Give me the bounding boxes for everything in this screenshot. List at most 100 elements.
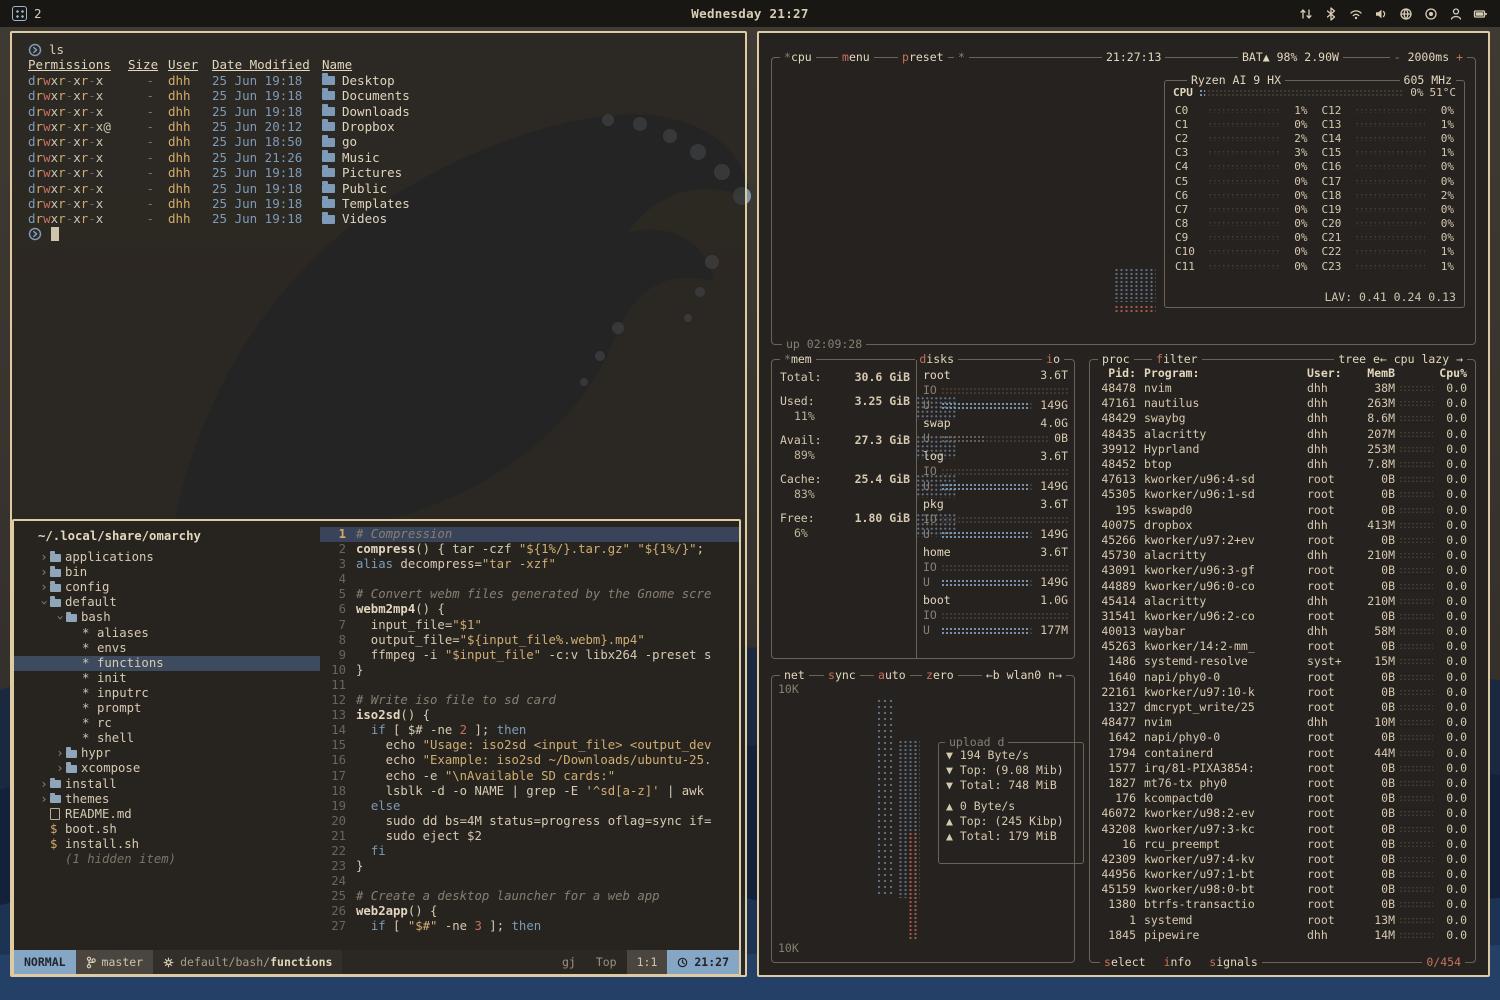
process-row[interactable]: 46072 kworker/u98:2-ev root 0B 0.0 (1090, 806, 1475, 821)
process-row[interactable]: 1642 napi/phy0-0 root 0B 0.0 (1090, 730, 1475, 745)
info-action[interactable]: info (1164, 955, 1192, 970)
tree-item[interactable]: default (14, 595, 320, 610)
process-row[interactable]: 31541 kworker/u96:2-co root 0B 0.0 (1090, 609, 1475, 624)
process-row[interactable]: 1327 dmcrypt_write/25 root 0B 0.0 (1090, 700, 1475, 715)
tree-item[interactable]: aliases (14, 626, 320, 641)
wifi-icon[interactable] (1348, 6, 1363, 21)
process-row[interactable]: 45730 alacritty dhh 210M 0.0 (1090, 548, 1475, 563)
tree-item[interactable]: config (14, 580, 320, 595)
process-row[interactable]: 48477 nvim dhh 10M 0.0 (1090, 715, 1475, 730)
neovim-window[interactable]: ~/.local/share/omarchy applications bin … (12, 519, 741, 976)
process-header[interactable]: Pid: Program: User: MemB Cpu% (1090, 366, 1475, 381)
process-row[interactable]: 1 systemd root 13M 0.0 (1090, 913, 1475, 928)
tree-item[interactable]: init (14, 671, 320, 686)
process-row[interactable]: 1640 napi/phy0-0 root 0B 0.0 (1090, 670, 1475, 685)
net-interface[interactable]: ←b wlan0 n→ (982, 668, 1066, 683)
process-row[interactable]: 1577 irq/81-PIXA3854: root 0B 0.0 (1090, 761, 1475, 776)
tree-item[interactable]: applications (14, 550, 320, 565)
cpu-mini-graph (1399, 856, 1433, 863)
tree-item[interactable]: (1 hidden item) (14, 852, 320, 867)
net-tab[interactable]: net (780, 668, 809, 683)
branch-icon (86, 956, 96, 969)
process-row[interactable]: 1845 pipewire dhh 14M 0.0 (1090, 928, 1475, 943)
mem-tab[interactable]: *mem (780, 352, 816, 367)
process-row[interactable]: 1827 mt76-tx phy0 root 0B 0.0 (1090, 776, 1475, 791)
workspace-number[interactable]: 2 (34, 6, 42, 21)
tree-item[interactable]: bin (14, 565, 320, 580)
volume-icon[interactable] (1373, 6, 1388, 21)
process-row[interactable]: 48478 nvim dhh 38M 0.0 (1090, 381, 1475, 396)
memory-stat: Avail:27.3 GiB 89% (780, 433, 910, 463)
tree-item[interactable]: functions (14, 656, 320, 671)
select-action[interactable]: select (1104, 955, 1146, 970)
tree-item[interactable]: xcompose (14, 761, 320, 776)
menu-button[interactable]: menu (838, 50, 874, 65)
proc-options[interactable]: tree e← cpu lazy → (1334, 352, 1467, 367)
tree-item[interactable]: prompt (14, 701, 320, 716)
tree-item[interactable]: inputrc (14, 686, 320, 701)
tree-item[interactable]: hypr (14, 746, 320, 761)
btop-window[interactable]: *cpu menu preset * 21:27:13 BAT▲ 98% 2.9… (757, 31, 1490, 977)
permissions: drwxr-xr-x (28, 181, 128, 196)
net-zero-tab[interactable]: zero (922, 668, 958, 683)
network-icon[interactable] (1398, 6, 1413, 21)
signals-action[interactable]: signals (1209, 955, 1257, 970)
process-row[interactable]: 48429 swaybg dhh 8.6M 0.0 (1090, 411, 1475, 426)
process-row[interactable]: 47161 nautilus dhh 263M 0.0 (1090, 396, 1475, 411)
interval-control[interactable]: - 2000ms + (1390, 50, 1467, 65)
tree-item[interactable]: envs (14, 641, 320, 656)
process-row[interactable]: 40013 waybar dhh 58M 0.0 (1090, 624, 1475, 639)
account-icon[interactable] (1448, 6, 1463, 21)
process-row[interactable]: 39912 Hyprland dhh 253M 0.0 (1090, 442, 1475, 457)
process-row[interactable]: 42309 kworker/u97:4-kv root 0B 0.0 (1090, 852, 1475, 867)
code-text: webm2mp4() { (356, 602, 445, 617)
process-row[interactable]: 1794 containerd root 44M 0.0 (1090, 746, 1475, 761)
process-row[interactable]: 22161 kworker/u97:10-k root 0B 0.0 (1090, 685, 1475, 700)
tree-item[interactable]: shell (14, 731, 320, 746)
line-number: 5 (320, 587, 356, 602)
git-branch[interactable]: master (76, 950, 154, 974)
tree-item[interactable]: rc (14, 716, 320, 731)
file-path[interactable]: default/bash/functions (153, 950, 342, 974)
process-row[interactable]: 176 kcompactd0 root 0B 0.0 (1090, 791, 1475, 806)
net-scale-bottom: 10K (778, 941, 799, 956)
battery-icon[interactable] (1473, 6, 1488, 21)
process-row[interactable]: 47613 kworker/u96:4-sd root 0B 0.0 (1090, 472, 1475, 487)
process-row[interactable]: 43091 kworker/u96:3-gf root 0B 0.0 (1090, 563, 1475, 578)
preset-button[interactable]: preset (898, 50, 948, 65)
bluetooth-icon[interactable] (1323, 6, 1338, 21)
workspace-icon[interactable] (12, 6, 27, 21)
process-row[interactable]: 48452 btop dhh 7.8M 0.0 (1090, 457, 1475, 472)
net-sync-tab[interactable]: sync (824, 668, 860, 683)
process-row[interactable]: 44889 kworker/u96:0-co root 0B 0.0 (1090, 578, 1475, 593)
file-type-icon (50, 837, 65, 852)
clock[interactable]: Wednesday 21:27 (232, 6, 1268, 21)
process-row[interactable]: 16 rcu_preempt root 0B 0.0 (1090, 837, 1475, 852)
tree-item[interactable]: themes (14, 792, 320, 807)
process-row[interactable]: 45263 kworker/14:2-mm_ root 0B 0.0 (1090, 639, 1475, 654)
process-row[interactable]: 1380 btrfs-transactio root 0B 0.0 (1090, 897, 1475, 912)
process-row[interactable]: 45159 kworker/u98:0-bt root 0B 0.0 (1090, 882, 1475, 897)
process-row[interactable]: 48435 alacritty dhh 207M 0.0 (1090, 427, 1475, 442)
process-row[interactable]: 195 kswapd0 root 0B 0.0 (1090, 503, 1475, 518)
process-row[interactable]: 1486 systemd-resolve syst+ 15M 0.0 (1090, 654, 1475, 669)
tree-item[interactable]: install.sh (14, 837, 320, 852)
cpu-tab[interactable]: *cpu (780, 50, 816, 65)
proc-tab[interactable]: proc (1098, 352, 1134, 367)
sync-icon[interactable] (1298, 6, 1313, 21)
process-row[interactable]: 45305 kworker/u96:1-sd root 0B 0.0 (1090, 487, 1475, 502)
process-row[interactable]: 45414 alacritty dhh 210M 0.0 (1090, 594, 1475, 609)
filter-tab[interactable]: filter (1152, 352, 1202, 367)
record-icon[interactable] (1423, 6, 1438, 21)
tree-item[interactable]: boot.sh (14, 822, 320, 837)
process-row[interactable]: 45266 kworker/u97:2+ev root 0B 0.0 (1090, 533, 1475, 548)
prompt-line-empty[interactable] (28, 227, 745, 241)
process-row[interactable]: 40075 dropbox dhh 413M 0.0 (1090, 518, 1475, 533)
tree-item[interactable]: README.md (14, 807, 320, 822)
tree-item[interactable]: bash (14, 610, 320, 625)
process-row[interactable]: 44956 kworker/u97:1-bt root 0B 0.0 (1090, 867, 1475, 882)
process-row[interactable]: 43208 kworker/u97:3-kc root 0B 0.0 (1090, 821, 1475, 836)
net-auto-tab[interactable]: auto (874, 668, 910, 683)
tree-item[interactable]: install (14, 777, 320, 792)
code-editor[interactable]: 1 # Compression 2 compress() { tar -czf … (320, 521, 739, 950)
